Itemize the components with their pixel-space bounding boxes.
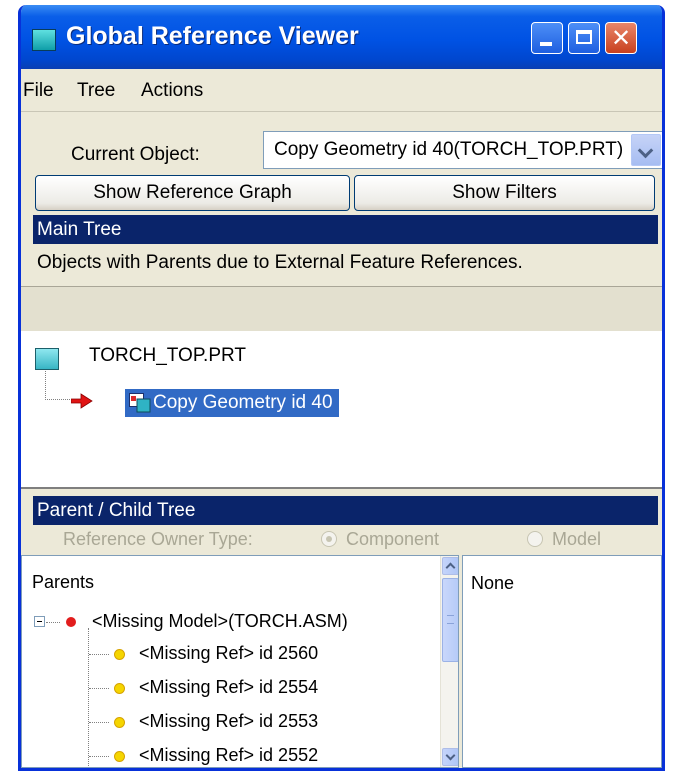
main-tree-header: Main Tree [33, 215, 658, 244]
global-reference-viewer-window: Global Reference Viewer ✕ File Tree Acti… [18, 5, 665, 771]
missing-ref-icon [114, 649, 125, 660]
show-reference-graph-button[interactable]: Show Reference Graph [35, 175, 350, 211]
tree-root-item[interactable]: TORCH_TOP.PRT [89, 345, 246, 367]
maximize-button[interactable] [568, 22, 600, 54]
menu-actions[interactable]: Actions [141, 80, 203, 102]
tree-selected-item[interactable]: Copy Geometry id 40 [125, 389, 339, 417]
window-title: Global Reference Viewer [66, 22, 359, 50]
tree-connector [89, 688, 109, 689]
tree-connector [88, 628, 89, 767]
menu-tree[interactable]: Tree [77, 80, 115, 102]
current-object-label: Current Object: [71, 144, 200, 165]
parents-title: Parents [32, 572, 95, 592]
parents-scrollbar[interactable] [440, 556, 458, 767]
tree-connector [46, 622, 60, 623]
missing-ref-icon [114, 751, 125, 762]
main-tree-subtitle: Objects with Parents due to External Fea… [37, 252, 523, 273]
children-panel[interactable]: None [462, 555, 662, 768]
external-reference-arrow-icon [71, 393, 93, 409]
missing-model-icon [66, 617, 76, 627]
show-filters-button[interactable]: Show Filters [354, 175, 655, 211]
reference-owner-type-row: Reference Owner Type: Component Model [21, 527, 662, 553]
missing-ref-icon [114, 717, 125, 728]
tree-connector [45, 371, 74, 400]
minimize-button[interactable] [531, 22, 563, 54]
model-radio[interactable] [527, 531, 543, 547]
copy-geometry-icon [129, 393, 151, 413]
model-radio-label: Model [552, 529, 602, 549]
parent-item-ref-2560[interactable]: <Missing Ref> id 2560 [139, 643, 318, 664]
current-object-select[interactable]: Copy Geometry id 40(TORCH_TOP.PRT) [263, 131, 662, 169]
main-tree-panel[interactable]: TORCH_TOP.PRT Copy Geometry id 40 [21, 331, 662, 489]
tree-child-label: Copy Geometry id 40 [153, 392, 333, 413]
parent-item-missing-model[interactable]: <Missing Model>(TORCH.ASM) [92, 611, 348, 632]
reference-owner-type-label: Reference Owner Type: [63, 529, 253, 549]
app-icon [32, 29, 56, 51]
collapse-icon[interactable] [34, 616, 45, 627]
close-button[interactable]: ✕ [605, 22, 637, 54]
scroll-thumb[interactable] [442, 578, 458, 662]
component-radio-label: Component [346, 529, 440, 549]
parent-child-tree-header: Parent / Child Tree [33, 496, 658, 525]
menu-file[interactable]: File [23, 80, 54, 102]
missing-ref-icon [114, 683, 125, 694]
part-icon [35, 348, 59, 370]
component-radio[interactable] [321, 531, 337, 547]
chevron-down-icon[interactable] [631, 134, 661, 166]
tree-connector [89, 722, 109, 723]
parent-item-ref-2552[interactable]: <Missing Ref> id 2552 [139, 745, 318, 766]
toolbar-strip [21, 286, 662, 331]
scroll-up-arrow-icon[interactable] [442, 557, 458, 575]
parent-item-ref-2553[interactable]: <Missing Ref> id 2553 [139, 711, 318, 732]
children-value: None [471, 573, 515, 593]
menu-bar: File Tree Actions [21, 69, 662, 112]
title-bar[interactable]: Global Reference Viewer ✕ [21, 5, 662, 69]
scroll-down-arrow-icon[interactable] [442, 748, 458, 766]
tree-connector [89, 654, 109, 655]
close-icon: ✕ [610, 24, 632, 52]
parent-item-ref-2554[interactable]: <Missing Ref> id 2554 [139, 677, 318, 698]
tree-connector [89, 756, 109, 757]
parents-tree-panel[interactable]: Parents <Missing Model>(TORCH.ASM) <Miss… [21, 555, 459, 768]
current-object-value: Copy Geometry id 40(TORCH_TOP.PRT) [274, 139, 624, 160]
